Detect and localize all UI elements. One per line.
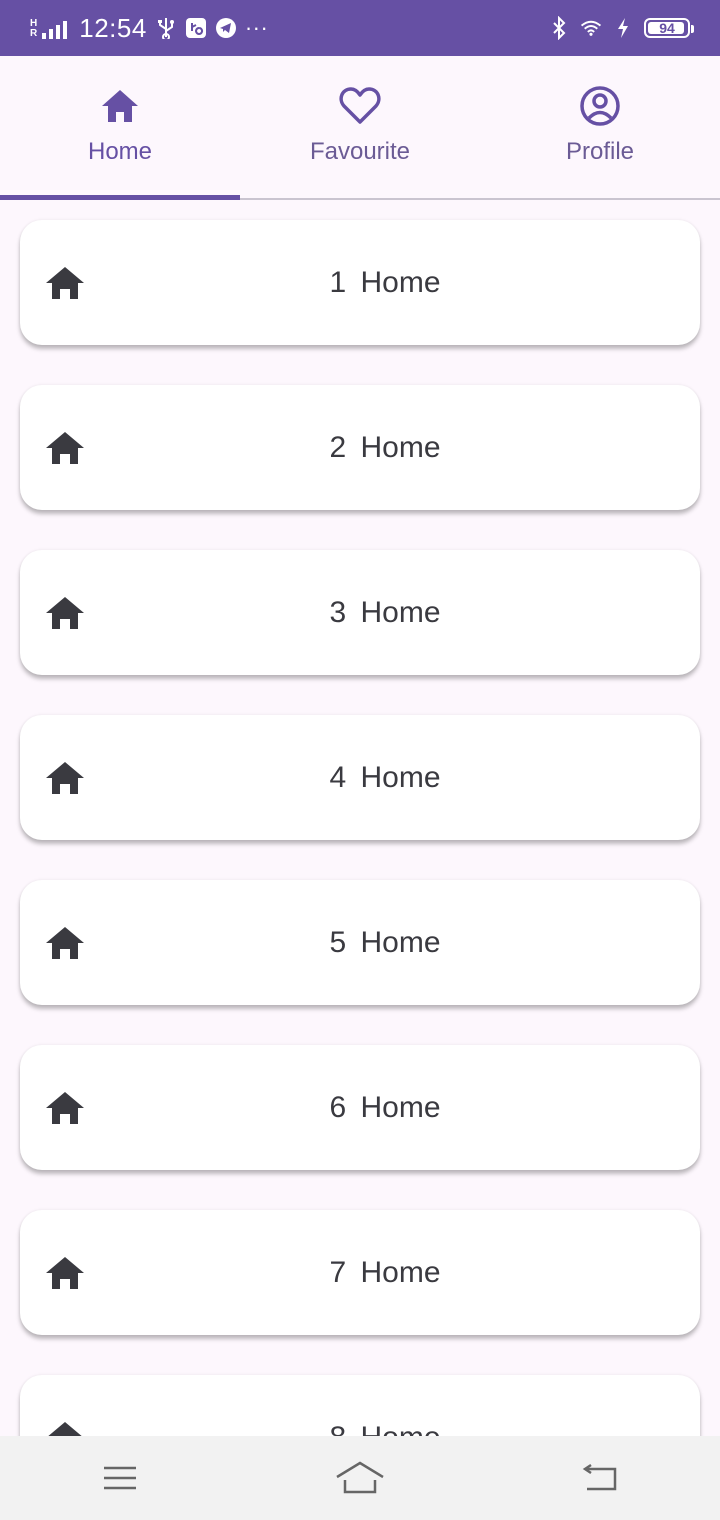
status-right: 94 bbox=[548, 16, 694, 40]
home-icon bbox=[98, 84, 142, 128]
list-item-label: 3 Home bbox=[329, 595, 441, 629]
list-item-label: 6 Home bbox=[329, 1090, 441, 1124]
home-icon bbox=[44, 592, 86, 634]
list-item-label: 4 Home bbox=[329, 760, 441, 794]
usb-debug-icon bbox=[185, 17, 207, 39]
battery-icon: 94 bbox=[644, 18, 694, 38]
list-item[interactable]: 5 Home bbox=[20, 880, 700, 1005]
home-icon bbox=[44, 262, 86, 304]
status-bar: HR 12:54 ··· 94 bbox=[0, 0, 720, 56]
status-time: 12:54 bbox=[79, 12, 147, 43]
status-left: HR 12:54 ··· bbox=[30, 13, 268, 44]
network-type: HR bbox=[30, 18, 38, 39]
list-item[interactable]: 2 Home bbox=[20, 385, 700, 510]
battery-level: 94 bbox=[659, 20, 675, 36]
list-item[interactable]: 4 Home bbox=[20, 715, 700, 840]
tab-label: Profile bbox=[565, 138, 635, 165]
home-icon bbox=[44, 1417, 86, 1436]
list-item-label: 5 Home bbox=[329, 925, 441, 959]
list-item-label: 1 Home bbox=[329, 265, 441, 299]
home-icon bbox=[44, 427, 86, 469]
tab-profile[interactable]: Profile bbox=[480, 56, 720, 198]
usb-icon bbox=[155, 17, 177, 39]
list-item-label: 8 Home bbox=[20, 1421, 700, 1437]
home-icon bbox=[44, 922, 86, 964]
heart-icon bbox=[338, 84, 382, 128]
bluetooth-icon bbox=[548, 16, 570, 40]
system-nav-bar bbox=[0, 1436, 720, 1520]
account-circle-icon bbox=[578, 84, 622, 128]
home-list[interactable]: 1 Home 2 Home 3 Home 4 Home 5 Home 6 Hom… bbox=[0, 200, 720, 1436]
tab-label: Favourite bbox=[309, 138, 411, 165]
telegram-icon bbox=[215, 17, 237, 39]
charging-icon bbox=[612, 17, 634, 39]
list-item[interactable]: 6 Home bbox=[20, 1045, 700, 1170]
wifi-icon bbox=[580, 17, 602, 39]
more-notifications-icon: ··· bbox=[244, 15, 269, 40]
cell-signal-icon: HR bbox=[30, 17, 68, 39]
menu-icon[interactable] bbox=[90, 1458, 150, 1498]
list-item-label: 2 Home bbox=[329, 430, 441, 464]
tab-bar: Home Favourite Profile bbox=[0, 56, 720, 200]
home-icon bbox=[44, 757, 86, 799]
home-outline-icon[interactable] bbox=[330, 1458, 390, 1498]
list-item[interactable]: 1 Home bbox=[20, 220, 700, 345]
home-icon bbox=[44, 1087, 86, 1129]
tab-label: Home bbox=[87, 138, 153, 165]
list-item[interactable]: 8 Home bbox=[20, 1375, 700, 1436]
back-icon[interactable] bbox=[570, 1458, 630, 1498]
tab-favourite[interactable]: Favourite bbox=[240, 56, 480, 198]
list-item-label: 7 Home bbox=[329, 1255, 441, 1289]
list-item[interactable]: 3 Home bbox=[20, 550, 700, 675]
tab-home[interactable]: Home bbox=[0, 56, 240, 200]
list-item[interactable]: 7 Home bbox=[20, 1210, 700, 1335]
home-icon bbox=[44, 1252, 86, 1294]
